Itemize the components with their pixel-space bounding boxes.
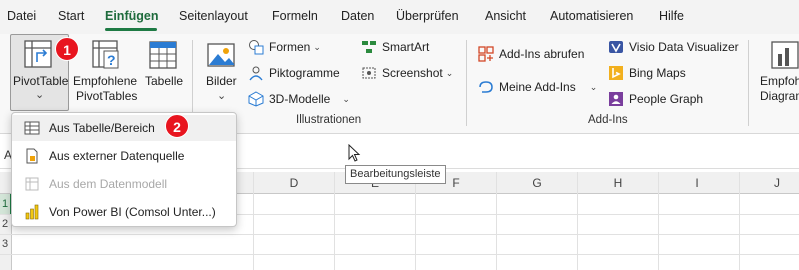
- row-divider: [0, 234, 799, 235]
- people-graph-icon: [609, 92, 623, 106]
- my-addins-button[interactable]: Meine Add-Ins ⌄: [478, 77, 597, 97]
- menu-item-label: Aus externer Datenquelle: [49, 149, 185, 163]
- smartart-label: SmartArt: [382, 40, 430, 54]
- column-header-g[interactable]: G: [527, 176, 547, 190]
- table-button-label[interactable]: Tabelle: [145, 74, 183, 88]
- row-number-3[interactable]: 3: [0, 238, 10, 250]
- tab-einfuegen[interactable]: Einfügen: [105, 9, 158, 23]
- tab-start[interactable]: Start: [58, 9, 84, 23]
- bing-maps-label: Bing Maps: [629, 66, 686, 80]
- tab-seitenlayout[interactable]: Seitenlayout: [179, 9, 248, 23]
- svg-text:?: ?: [107, 52, 116, 68]
- excel-window: Datei Start Einfügen Seitenlayout Formel…: [0, 0, 799, 270]
- tab-datei[interactable]: Datei: [7, 9, 36, 23]
- ribbon-separator: [748, 40, 749, 126]
- screenshot-icon: [362, 67, 376, 79]
- pivottable-label: PivotTable: [13, 74, 69, 88]
- column-header-j[interactable]: J: [767, 176, 787, 190]
- icons-label: Piktogramme: [269, 66, 340, 80]
- column-header-d[interactable]: D: [284, 176, 304, 190]
- recommended-charts-label-1[interactable]: Empfohle: [760, 74, 799, 88]
- recommended-charts-icon: [771, 41, 799, 69]
- my-addins-label: Meine Add-Ins: [499, 80, 576, 94]
- tab-ansicht[interactable]: Ansicht: [485, 9, 526, 23]
- my-addins-icon: [479, 81, 493, 93]
- menu-item-label: Aus dem Datenmodell: [49, 177, 168, 191]
- store-icon: [478, 46, 494, 62]
- menu-item-label: Aus Tabelle/Bereich: [49, 121, 155, 135]
- people-graph-button[interactable]: People Graph: [608, 89, 703, 109]
- menu-item-from-table-range[interactable]: Aus Tabelle/Bereich: [12, 115, 236, 141]
- ribbon-separator: [466, 40, 467, 126]
- row-number-2[interactable]: 2: [0, 218, 10, 230]
- power-bi-icon: [25, 204, 39, 220]
- pivottable-dropdown-menu: Aus Tabelle/Bereich Aus externer Datenqu…: [11, 112, 237, 227]
- column-divider: [739, 172, 740, 270]
- row-number-1[interactable]: 1: [0, 198, 10, 210]
- tab-hilfe[interactable]: Hilfe: [659, 9, 684, 23]
- recommended-pivottables-label-2[interactable]: PivotTables: [76, 89, 137, 103]
- tab-automatisieren[interactable]: Automatisieren: [550, 9, 633, 23]
- pictures-icon: [207, 43, 235, 67]
- menu-item-external-source[interactable]: Aus externer Datenquelle: [12, 143, 236, 169]
- 3d-models-button[interactable]: 3D-Modelle ⌄: [248, 89, 350, 109]
- tab-daten[interactable]: Daten: [341, 9, 374, 23]
- data-model-icon: [25, 177, 39, 191]
- addins-group-label: Add-Ins: [588, 114, 628, 126]
- recommended-charts-label-2[interactable]: Diagram: [760, 89, 799, 103]
- visio-label: Visio Data Visualizer: [629, 40, 739, 54]
- column-header-f[interactable]: F: [446, 176, 466, 190]
- get-addins-button[interactable]: Add-Ins abrufen: [478, 44, 584, 64]
- column-header-h[interactable]: H: [608, 176, 628, 190]
- bing-maps-button[interactable]: Bing Maps: [608, 63, 686, 83]
- recommended-pivottables-icon: ?: [92, 40, 119, 69]
- shapes-label: Formen: [269, 40, 311, 54]
- mouse-pointer-icon: [348, 144, 361, 162]
- cube-icon: [248, 91, 264, 107]
- pivottable-caret-icon: ⌄: [35, 89, 45, 101]
- step-badge-1: 1: [55, 37, 79, 61]
- column-divider: [577, 172, 578, 270]
- column-divider: [334, 172, 335, 270]
- icons-icon: [249, 66, 263, 81]
- column-divider: [253, 172, 254, 270]
- pictures-label[interactable]: Bilder: [206, 74, 237, 88]
- formula-bar-tooltip: Bearbeitungsleiste: [345, 165, 446, 184]
- smartart-icon: [362, 41, 376, 53]
- illustrations-group-label: Illustrationen: [296, 114, 362, 126]
- column-divider: [496, 172, 497, 270]
- screenshot-label: Screenshot: [382, 66, 443, 80]
- 3d-models-label: 3D-Modelle: [269, 92, 331, 106]
- bing-icon: [609, 66, 623, 80]
- step-badge-2: 2: [165, 114, 189, 138]
- people-graph-label: People Graph: [629, 92, 704, 106]
- screenshot-button[interactable]: Screenshot ⌄: [361, 63, 453, 83]
- visio-data-visualizer-button[interactable]: Visio Data Visualizer: [608, 37, 739, 57]
- table-icon: [149, 41, 177, 69]
- pivottable-icon: [24, 40, 52, 68]
- pictures-caret-icon: ⌄: [217, 90, 227, 102]
- external-source-icon: [26, 148, 38, 164]
- column-divider: [658, 172, 659, 270]
- menu-item-power-bi[interactable]: Von Power BI (Comsol Unter...): [12, 199, 236, 225]
- smartart-button[interactable]: SmartArt: [361, 37, 429, 57]
- active-tab-indicator: [105, 28, 157, 31]
- menu-item-data-model: Aus dem Datenmodell: [12, 171, 236, 197]
- row-divider: [0, 254, 799, 255]
- get-addins-label: Add-Ins abrufen: [499, 47, 585, 61]
- shapes-icon: [249, 40, 264, 55]
- tab-ueberpruefen[interactable]: Überprüfen: [396, 9, 459, 23]
- column-divider: [415, 172, 416, 270]
- column-header-i[interactable]: I: [687, 176, 707, 190]
- table-range-icon: [24, 121, 40, 135]
- menu-item-label: Von Power BI (Comsol Unter...): [49, 205, 216, 219]
- shapes-button[interactable]: Formen ⌄: [248, 37, 321, 57]
- tab-formeln[interactable]: Formeln: [272, 9, 318, 23]
- recommended-pivottables-label-1[interactable]: Empfohlene: [73, 74, 137, 88]
- visio-icon: [609, 41, 623, 53]
- ribbon-tab-bar: Datei Start Einfügen Seitenlayout Formel…: [0, 0, 799, 34]
- icons-button[interactable]: Piktogramme: [248, 63, 340, 83]
